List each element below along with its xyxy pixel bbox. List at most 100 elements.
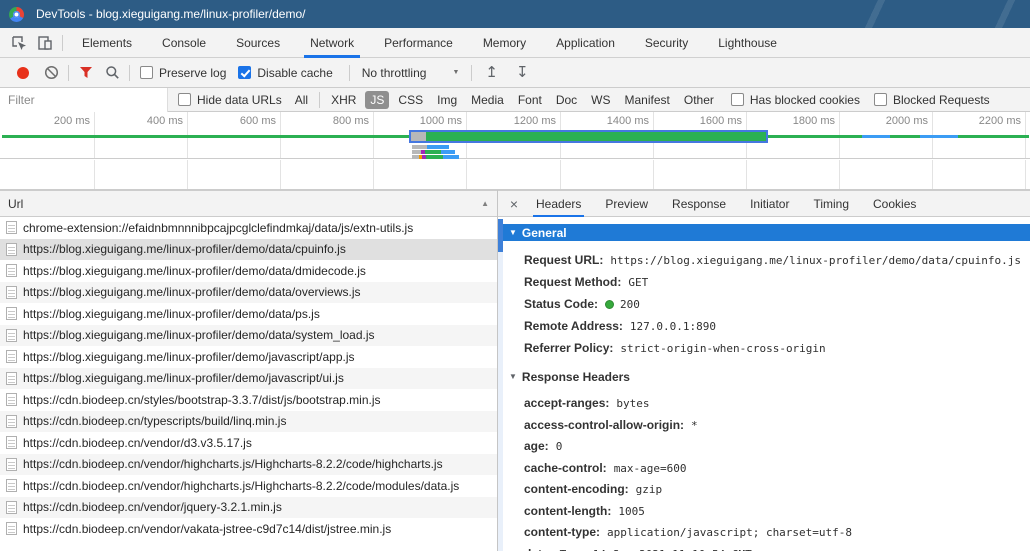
tab-preview[interactable]: Preview — [596, 191, 657, 217]
script-file-icon — [6, 243, 17, 256]
tab-application[interactable]: Application — [546, 28, 625, 58]
waterfall-line-segment — [920, 135, 958, 138]
field-value: Tue, 14 Sep 2021 11:10:54 GMT — [560, 548, 752, 551]
headers-panel: ▼ General Request URL:https://blog.xiegu… — [498, 217, 1030, 551]
search-icon[interactable] — [99, 60, 125, 86]
field-name: content-length: — [524, 504, 611, 518]
main-tab-bar: Elements Console Sources Network Perform… — [0, 28, 1030, 58]
vertical-scrollbar[interactable] — [498, 217, 503, 551]
request-row[interactable]: https://cdn.biodeep.cn/styles/bootstrap-… — [0, 389, 497, 411]
filter-type-img[interactable]: Img — [432, 91, 462, 109]
filter-funnel-icon[interactable] — [73, 60, 99, 86]
request-row[interactable]: https://cdn.biodeep.cn/vendor/d3.v3.5.17… — [0, 432, 497, 454]
tick-label: 2200 ms — [955, 115, 1021, 127]
has-blocked-cookies-checkbox[interactable] — [731, 93, 744, 106]
request-row[interactable]: https://blog.xieguigang.me/linux-profile… — [0, 260, 497, 282]
field-name: content-type: — [524, 525, 600, 539]
tab-cookies[interactable]: Cookies — [864, 191, 925, 217]
clear-network-log-icon[interactable] — [38, 60, 64, 86]
request-url: https://cdn.biodeep.cn/vendor/highcharts… — [23, 457, 443, 471]
section-title: General — [522, 226, 567, 240]
tick-label: 800 ms — [303, 115, 369, 127]
tab-memory[interactable]: Memory — [473, 28, 536, 58]
request-row[interactable]: https://cdn.biodeep.cn/vendor/vakata-jst… — [0, 518, 497, 540]
filter-type-css[interactable]: CSS — [393, 91, 428, 109]
devtools-window: DevTools - blog.xieguigang.me/linux-prof… — [0, 0, 1030, 551]
waterfall-line-segment — [862, 135, 890, 138]
request-url: https://blog.xieguigang.me/linux-profile… — [23, 328, 375, 342]
field-name: date: — [524, 547, 553, 551]
tab-console[interactable]: Console — [152, 28, 216, 58]
tab-timing[interactable]: Timing — [804, 191, 858, 217]
filter-type-manifest[interactable]: Manifest — [620, 91, 675, 109]
filter-type-ws[interactable]: WS — [586, 91, 615, 109]
triangle-down-icon: ▼ — [509, 228, 517, 237]
overview-upper-band: 200 ms 400 ms 600 ms 800 ms 1000 ms 1200… — [0, 112, 1030, 159]
filter-type-xhr[interactable]: XHR — [326, 91, 361, 109]
tab-elements[interactable]: Elements — [72, 28, 142, 58]
field-name: content-encoding: — [524, 482, 629, 496]
request-row[interactable]: https://cdn.biodeep.cn/vendor/highcharts… — [0, 475, 497, 497]
request-url: https://cdn.biodeep.cn/typescripts/build… — [23, 414, 286, 428]
preserve-log-checkbox[interactable] — [140, 66, 153, 79]
filter-type-all[interactable]: All — [290, 91, 313, 109]
tab-sources[interactable]: Sources — [226, 28, 290, 58]
script-file-icon — [6, 350, 17, 363]
blocked-requests-checkbox[interactable] — [874, 93, 887, 106]
general-section-header[interactable]: ▼ General — [503, 224, 1030, 241]
inspect-element-icon[interactable] — [6, 30, 32, 56]
tab-initiator[interactable]: Initiator — [741, 191, 798, 217]
script-file-icon — [6, 436, 17, 449]
throttling-dropdown[interactable]: No throttling ▼ — [362, 66, 460, 80]
request-row[interactable]: https://blog.xieguigang.me/linux-profile… — [0, 325, 497, 347]
tab-headers[interactable]: Headers — [527, 191, 590, 217]
record-network-log-button[interactable] — [17, 67, 29, 79]
sort-ascending-icon: ▲ — [481, 199, 489, 208]
close-details-icon[interactable]: × — [504, 196, 524, 212]
divider — [471, 65, 472, 81]
filter-type-other[interactable]: Other — [679, 91, 719, 109]
request-row[interactable]: https://blog.xieguigang.me/linux-profile… — [0, 282, 497, 304]
header-field: content-encoding:gzip — [503, 479, 1030, 501]
general-fields: Request URL:https://blog.xieguigang.me/l… — [503, 249, 1030, 359]
field-name: Referrer Policy: — [524, 341, 613, 355]
header-field: Referrer Policy:strict-origin-when-cross… — [503, 337, 1030, 359]
tab-performance[interactable]: Performance — [374, 28, 463, 58]
hide-data-urls-checkbox[interactable] — [178, 93, 191, 106]
tab-lighthouse[interactable]: Lighthouse — [708, 28, 787, 58]
request-row[interactable]: https://blog.xieguigang.me/linux-profile… — [0, 346, 497, 368]
tick-label: 1000 ms — [396, 115, 462, 127]
request-row[interactable]: https://blog.xieguigang.me/linux-profile… — [0, 368, 497, 390]
tick-label: 1800 ms — [769, 115, 835, 127]
import-har-icon[interactable]: ↥ — [485, 65, 498, 80]
request-row[interactable]: https://cdn.biodeep.cn/vendor/highcharts… — [0, 454, 497, 476]
network-overview[interactable]: 200 ms 400 ms 600 ms 800 ms 1000 ms 1200… — [0, 112, 1030, 190]
disable-cache-checkbox[interactable] — [238, 66, 251, 79]
filter-type-font[interactable]: Font — [513, 91, 547, 109]
device-toolbar-icon[interactable] — [32, 30, 58, 56]
waterfall-line-segment — [890, 135, 920, 138]
request-row[interactable]: chrome-extension://efaidnbmnnnibpcajpcgl… — [0, 217, 497, 239]
field-value: 200 — [620, 298, 640, 311]
scrollbar-thumb[interactable] — [498, 219, 503, 252]
scrollbar-track[interactable] — [498, 252, 503, 551]
tab-security[interactable]: Security — [635, 28, 698, 58]
tab-response[interactable]: Response — [663, 191, 735, 217]
request-row-selected[interactable]: https://blog.xieguigang.me/linux-profile… — [0, 239, 497, 261]
url-column-header[interactable]: Url ▲ — [0, 191, 497, 217]
response-headers-section-header[interactable]: ▼ Response Headers — [503, 368, 1030, 385]
waterfall-line-segment — [958, 135, 1029, 138]
request-url: https://blog.xieguigang.me/linux-profile… — [23, 307, 320, 321]
filter-type-doc[interactable]: Doc — [551, 91, 582, 109]
filter-input[interactable] — [0, 88, 168, 112]
request-row[interactable]: https://blog.xieguigang.me/linux-profile… — [0, 303, 497, 325]
field-value: GET — [628, 276, 648, 289]
response-header-fields: accept-ranges:bytes access-control-allow… — [503, 393, 1030, 551]
tab-network[interactable]: Network — [300, 28, 364, 58]
filter-type-js[interactable]: JS — [365, 91, 389, 109]
status-ok-icon — [605, 300, 614, 309]
request-row[interactable]: https://cdn.biodeep.cn/vendor/jquery-3.2… — [0, 497, 497, 519]
filter-type-media[interactable]: Media — [466, 91, 509, 109]
export-har-icon[interactable]: ↧ — [516, 65, 529, 80]
request-row[interactable]: https://cdn.biodeep.cn/typescripts/build… — [0, 411, 497, 433]
